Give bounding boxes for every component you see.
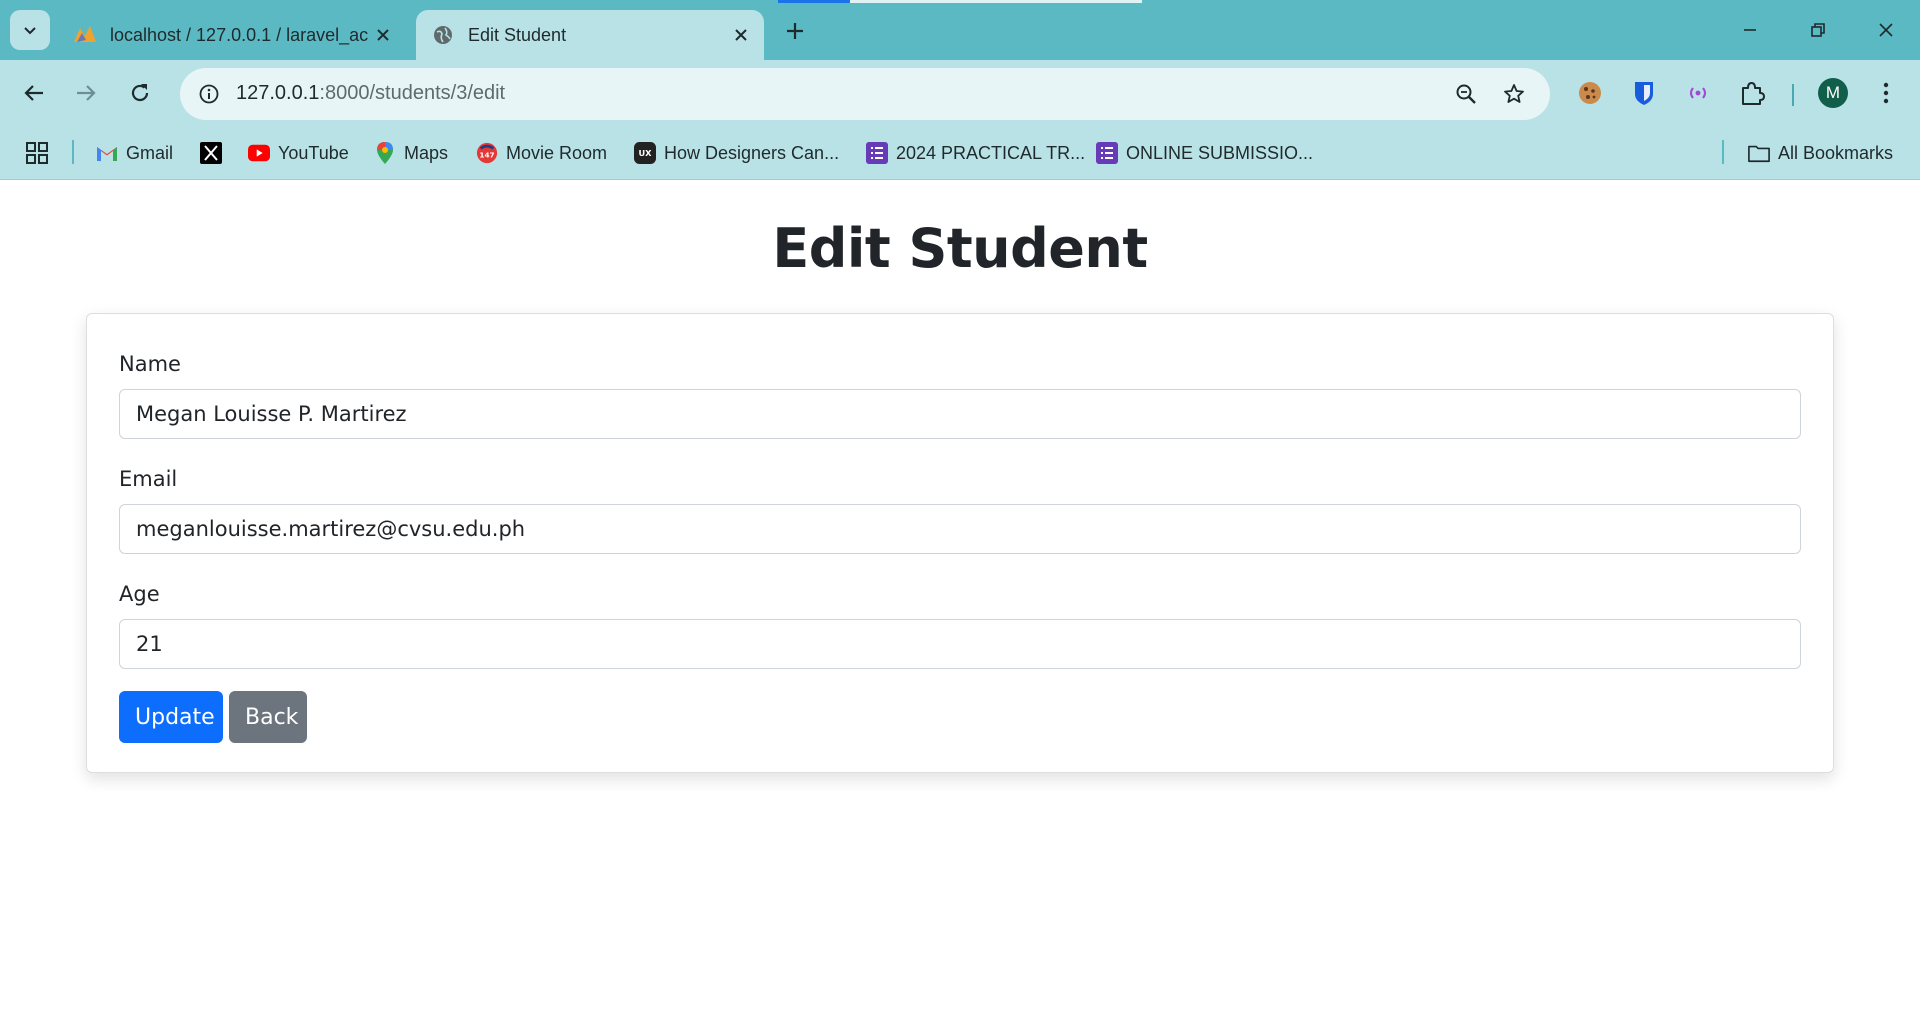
back-button[interactable]: Back <box>229 691 307 743</box>
x-logo-icon <box>200 142 222 164</box>
reload-icon <box>131 84 149 102</box>
back-nav-button[interactable] <box>14 73 54 113</box>
folder-icon <box>1748 142 1770 164</box>
tab-search-button[interactable] <box>10 10 50 50</box>
page-content: Edit Student Name Email Age Update Back <box>0 181 1920 1012</box>
update-button[interactable]: Update <box>119 691 223 743</box>
maps-icon <box>374 142 396 164</box>
bookmark-ux[interactable]: UX How Designers Can... <box>634 139 839 167</box>
bookmark-star-icon[interactable] <box>1498 78 1530 110</box>
svg-text:UX: UX <box>638 148 652 158</box>
arrow-left-icon <box>24 85 43 101</box>
restore-icon <box>1811 23 1825 37</box>
apps-grid-icon <box>26 142 48 164</box>
url-text[interactable]: 127.0.0.1:8000/students/3/edit <box>236 82 505 105</box>
gmail-icon <box>96 142 118 164</box>
all-bookmarks-button[interactable]: All Bookmarks <box>1748 139 1893 167</box>
bookmark-x[interactable] <box>200 139 230 167</box>
forms-icon <box>1096 142 1118 164</box>
bookmark-online-submission[interactable]: ONLINE SUBMISSIO... <box>1096 139 1313 167</box>
bookmark-maps[interactable]: Maps <box>374 139 448 167</box>
loading-track <box>850 0 1142 3</box>
zoom-icon[interactable] <box>1450 78 1482 110</box>
chevron-down-icon <box>24 27 36 35</box>
globe-icon <box>430 22 456 48</box>
close-tab-icon[interactable] <box>726 20 756 50</box>
loading-indicator <box>778 0 850 3</box>
movie-room-icon: 147 <box>476 142 498 164</box>
new-tab-button[interactable] <box>778 14 812 48</box>
bookmark-movie-room[interactable]: 147 Movie Room <box>476 139 607 167</box>
broadcast-extension-icon[interactable] <box>1678 73 1718 113</box>
age-input[interactable] <box>119 619 1801 669</box>
address-bar[interactable]: 127.0.0.1:8000/students/3/edit <box>180 68 1550 120</box>
browser-toolbar: 127.0.0.1:8000/students/3/edit M <box>0 60 1920 126</box>
minimize-button[interactable] <box>1716 0 1784 60</box>
cookie-extension-icon[interactable] <box>1570 73 1610 113</box>
bookmarks-divider <box>72 140 74 164</box>
bookmark-gmail[interactable]: Gmail <box>96 139 173 167</box>
email-input[interactable] <box>119 504 1801 554</box>
bookmark-practical[interactable]: 2024 PRACTICAL TR... <box>866 139 1085 167</box>
page-title: Edit Student <box>772 217 1148 280</box>
restore-button[interactable] <box>1784 0 1852 60</box>
tab-phpmyadmin[interactable]: localhost / 127.0.0.1 / laravel_ac <box>62 10 406 60</box>
ux-icon: UX <box>634 142 656 164</box>
youtube-icon <box>248 142 270 164</box>
close-window-button[interactable] <box>1852 0 1920 60</box>
close-tab-icon[interactable] <box>368 20 398 50</box>
close-icon <box>1879 23 1893 37</box>
tab-edit-student[interactable]: Edit Student <box>416 10 764 60</box>
tab-title: Edit Student <box>468 24 567 45</box>
bookmarks-bar: Gmail YouTube Maps 147 Movie Room UX How… <box>0 126 1920 180</box>
apps-button[interactable] <box>26 139 56 167</box>
forward-nav-button[interactable] <box>66 73 106 113</box>
phpmyadmin-icon <box>72 22 98 48</box>
plus-icon <box>787 23 803 39</box>
profile-avatar[interactable]: M <box>1818 78 1848 108</box>
site-info-icon[interactable] <box>192 77 226 111</box>
tab-title: localhost / 127.0.0.1 / laravel_ac <box>110 24 368 45</box>
edit-student-form-card: Name Email Age Update Back <box>86 313 1834 773</box>
name-input[interactable] <box>119 389 1801 439</box>
bitwarden-icon[interactable] <box>1624 73 1664 113</box>
forms-icon <box>866 142 888 164</box>
reload-button[interactable] <box>120 73 160 113</box>
svg-text:147: 147 <box>479 151 494 160</box>
tab-strip: localhost / 127.0.0.1 / laravel_ac Edit … <box>0 0 1920 60</box>
name-label: Name <box>119 352 181 376</box>
toolbar-divider <box>1792 84 1794 106</box>
bookmark-youtube[interactable]: YouTube <box>248 139 349 167</box>
menu-kebab-icon[interactable] <box>1866 73 1906 113</box>
arrow-right-icon <box>77 85 96 101</box>
minimize-icon <box>1744 29 1756 31</box>
age-label: Age <box>119 582 160 606</box>
bookmarks-divider <box>1722 140 1724 164</box>
extensions-puzzle-icon[interactable] <box>1732 73 1772 113</box>
email-label: Email <box>119 467 178 491</box>
